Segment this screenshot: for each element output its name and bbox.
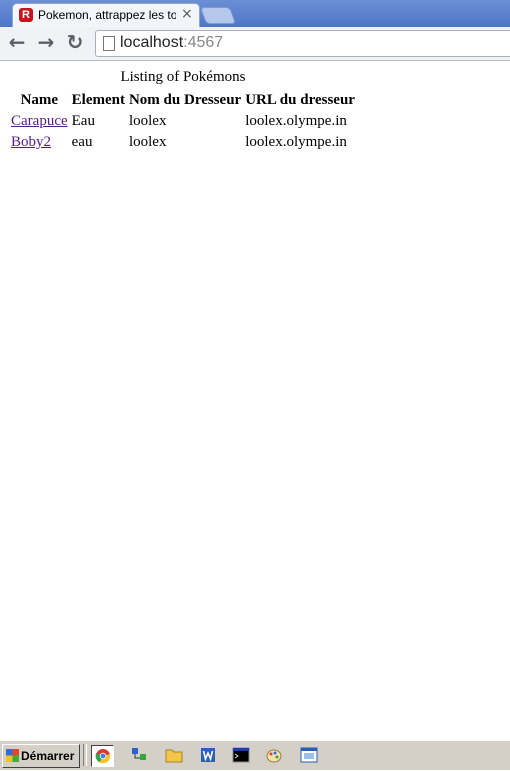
page-content: Listing of Pokémons Name Element Nom du … (0, 61, 510, 740)
header-name: Name (20, 92, 59, 108)
terminal-icon[interactable] (230, 745, 251, 765)
pokemon-table: Listing of Pokémons Name Element Nom du … (8, 69, 358, 154)
header-element: Element (71, 92, 125, 108)
folder-icon[interactable] (163, 745, 184, 765)
table-caption: Listing of Pokémons (120, 69, 246, 85)
new-tab-button[interactable] (199, 7, 237, 24)
table-row: Carapuce Eau loolex loolex.olympe.in (10, 112, 356, 131)
pokemon-link[interactable]: Boby2 (11, 134, 51, 150)
trainer-cell: loolex (128, 113, 167, 129)
network-icon[interactable] (128, 745, 149, 765)
table-row: Boby2 eau loolex loolex.olympe.in (10, 133, 356, 152)
header-trainer: Nom du Dresseur (128, 92, 242, 108)
word-icon[interactable] (197, 745, 218, 765)
reload-icon[interactable]: ↻ (65, 32, 85, 52)
site-favicon-icon: R (19, 8, 33, 22)
tab-strip: R Pokemon, attrappez les tous × (0, 0, 510, 28)
pokemon-link[interactable]: Carapuce (11, 113, 68, 129)
trainer-url-cell: loolex.olympe.in (245, 134, 347, 150)
address-bar[interactable]: localhost:4567 (95, 30, 510, 57)
page-icon (103, 36, 115, 51)
taskbar-separator (83, 744, 87, 766)
start-button[interactable]: Démarrer (2, 744, 80, 768)
window-icon[interactable] (298, 745, 319, 765)
browser-tab[interactable]: R Pokemon, attrappez les tous × (12, 3, 200, 28)
forward-arrow-icon[interactable]: → (36, 32, 56, 52)
element-cell: eau (71, 134, 93, 150)
url-text: localhost:4567 (120, 34, 223, 52)
back-arrow-icon[interactable]: ← (7, 32, 27, 52)
chrome-icon[interactable] (91, 745, 114, 767)
browser-toolbar: ← → ↻ localhost:4567 (0, 27, 510, 61)
url-port: :4567 (183, 34, 224, 51)
url-host: localhost (120, 34, 184, 51)
close-tab-icon[interactable]: × (181, 6, 193, 22)
trainer-url-cell: loolex.olympe.in (245, 113, 347, 129)
start-label: Démarrer (21, 749, 75, 763)
element-cell: Eau (71, 113, 95, 129)
windows-logo-icon (6, 749, 19, 762)
header-row: Name Element Nom du Dresseur URL du dres… (10, 91, 356, 110)
header-trainer-url: URL du dresseur (245, 92, 355, 108)
trainer-cell: loolex (128, 134, 167, 150)
paint-icon[interactable] (263, 745, 284, 765)
name-cell: Carapuce (10, 112, 69, 131)
windows-taskbar: Démarrer (0, 740, 510, 770)
name-cell: Boby2 (10, 133, 69, 152)
tab-title: Pokemon, attrappez les tous (38, 8, 176, 22)
